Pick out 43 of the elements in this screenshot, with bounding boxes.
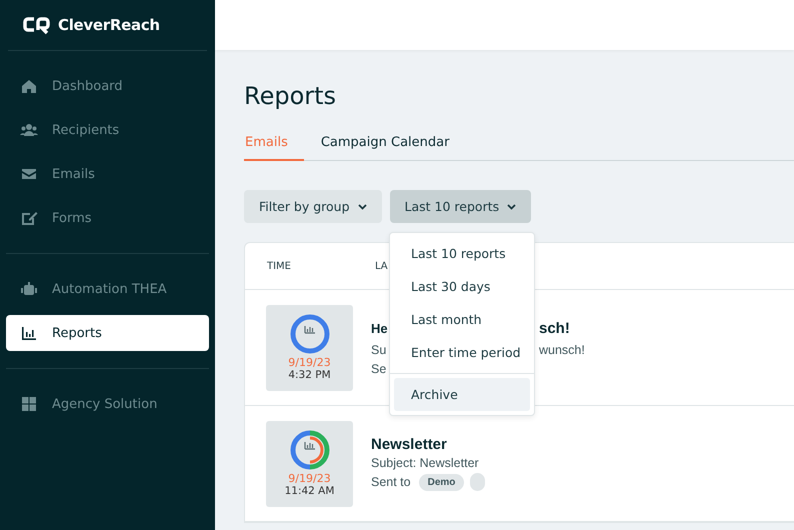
report-title: Newsletter xyxy=(371,436,447,453)
sidebar-item[interactable]: Automation THEA xyxy=(6,271,209,307)
sent-to-label: Sent to xyxy=(371,475,411,489)
sent-to-label: Se xyxy=(371,362,386,376)
menu-item[interactable]: Last month xyxy=(394,303,530,336)
tab[interactable]: Campaign Calendar xyxy=(320,135,466,161)
filter-dropdown[interactable]: Last 10 reports xyxy=(390,190,532,223)
caret-icon xyxy=(358,204,367,210)
filter-dropdown[interactable]: Filter by group xyxy=(244,190,382,223)
menu-item[interactable]: Last 30 days xyxy=(394,270,530,303)
donut-chart-icon xyxy=(290,430,330,470)
bar-chart-icon xyxy=(20,324,38,342)
sidebar-item[interactable]: Emails xyxy=(6,156,209,192)
users-icon xyxy=(20,121,38,139)
caret-icon xyxy=(507,204,516,210)
report-title: sch! xyxy=(539,320,570,337)
report-subject: Subject: Newsletter xyxy=(371,456,479,470)
report-time: 4:32 PM xyxy=(288,369,331,381)
grid-icon xyxy=(20,395,38,413)
report-time: 11:42 AM xyxy=(284,485,334,497)
brand-name: CleverReach xyxy=(58,16,160,34)
edit-icon xyxy=(20,209,38,227)
ring-chart-icon xyxy=(290,314,330,354)
menu-item[interactable]: Enter time period xyxy=(394,336,530,369)
robot-icon xyxy=(20,280,38,298)
report-title: He xyxy=(371,320,388,336)
home-icon xyxy=(20,77,38,95)
report-subject: wunsch! xyxy=(539,342,585,356)
sidebar-item[interactable]: Agency Solution xyxy=(6,386,209,422)
page-title: Reports xyxy=(244,82,338,110)
report-subject: Su xyxy=(371,342,386,356)
column-header: LA xyxy=(375,260,388,272)
report-date: 9/19/23 xyxy=(288,472,331,485)
sidebar-item[interactable]: Forms xyxy=(6,200,209,236)
sidebar-item[interactable]: Reports xyxy=(6,315,209,351)
menu-item[interactable]: Archive xyxy=(394,378,530,411)
logo-icon xyxy=(22,15,52,35)
column-header: TIME xyxy=(267,260,292,272)
report-date: 9/19/23 xyxy=(288,356,331,369)
group-tag: Demo xyxy=(418,474,464,490)
menu-item[interactable]: Last 10 reports xyxy=(394,237,530,270)
sidebar-item[interactable]: Dashboard xyxy=(6,68,209,104)
sidebar-item[interactable]: Recipients xyxy=(6,112,209,148)
